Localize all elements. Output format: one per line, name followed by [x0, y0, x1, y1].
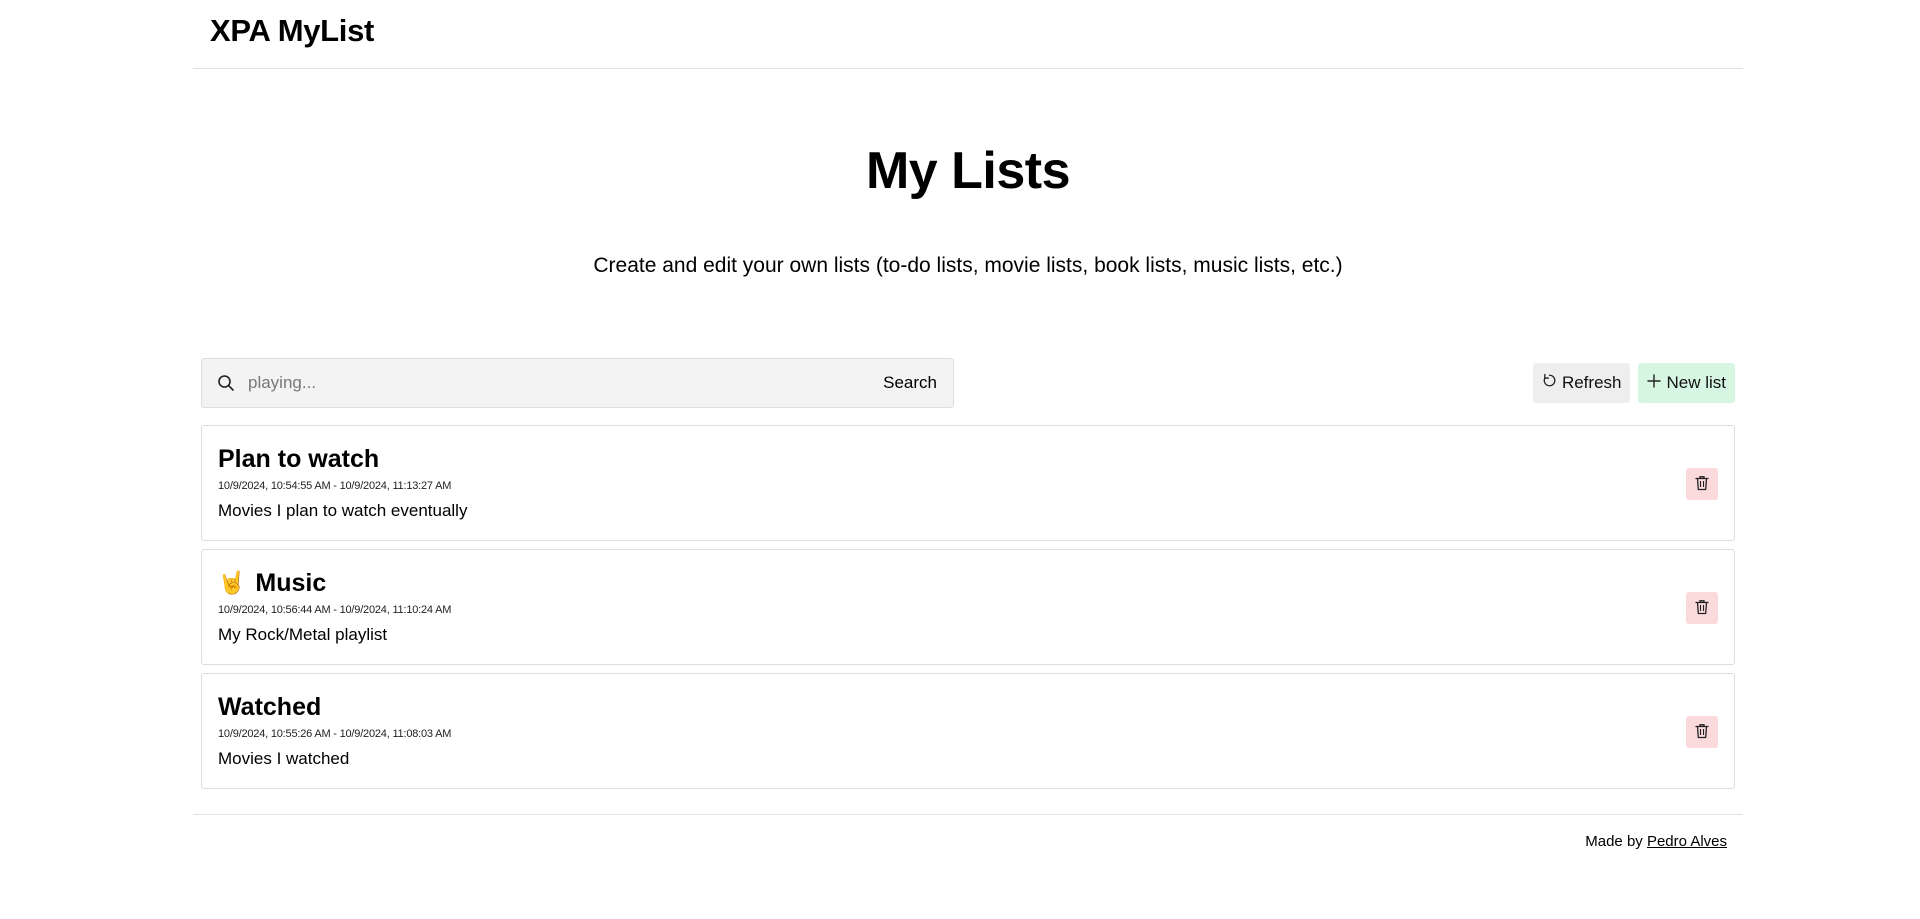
new-list-label: New list	[1666, 373, 1726, 392]
list-title: 🤘 Music	[218, 568, 1718, 598]
trash-icon	[1695, 723, 1709, 742]
app-title[interactable]: XPA MyList	[210, 13, 374, 49]
list-title: Watched	[218, 692, 1718, 722]
lists-container: Plan to watch 10/9/2024, 10:54:55 AM - 1…	[193, 425, 1743, 789]
toolbar-actions: Refresh New list	[1532, 363, 1735, 403]
list-emoji: 🤘	[218, 570, 246, 595]
delete-list-button[interactable]	[1686, 716, 1718, 748]
list-title-text: Plan to watch	[218, 445, 380, 473]
list-title: Plan to watch	[218, 444, 1718, 474]
page-subtitle: Create and edit your own lists (to-do li…	[593, 254, 1343, 277]
list-title-text: Watched	[218, 693, 322, 721]
page-title: My Lists	[865, 142, 1071, 200]
trash-icon	[1695, 599, 1709, 618]
hero-section: My Lists Create and edit your own lists …	[193, 69, 1743, 279]
delete-list-button[interactable]	[1686, 468, 1718, 500]
plus-icon	[1647, 373, 1662, 393]
delete-list-button[interactable]	[1686, 592, 1718, 624]
refresh-button[interactable]: Refresh	[1532, 363, 1631, 403]
list-card-watched[interactable]: Watched 10/9/2024, 10:55:26 AM - 10/9/20…	[201, 673, 1735, 789]
list-card-plan-to-watch[interactable]: Plan to watch 10/9/2024, 10:54:55 AM - 1…	[201, 425, 1735, 541]
refresh-label: Refresh	[1561, 373, 1622, 392]
list-description: Movies I plan to watch eventually	[218, 501, 468, 520]
list-dates: 10/9/2024, 10:56:44 AM - 10/9/2024, 11:1…	[218, 604, 452, 616]
refresh-icon	[1542, 373, 1557, 393]
list-toolbar: Search Refresh New l	[193, 358, 1743, 408]
list-title-text: Music	[255, 569, 327, 597]
list-dates: 10/9/2024, 10:54:55 AM - 10/9/2024, 11:1…	[218, 480, 452, 492]
new-list-button[interactable]: New list	[1638, 363, 1735, 403]
trash-icon	[1695, 475, 1709, 494]
search-icon	[208, 374, 244, 392]
search-input[interactable]	[244, 359, 868, 407]
footer-credit-prefix: Made by	[1585, 833, 1647, 850]
page-footer: Made by Pedro Alves	[193, 814, 1743, 874]
search-bar: Search	[201, 358, 954, 408]
list-dates: 10/9/2024, 10:55:26 AM - 10/9/2024, 11:0…	[218, 728, 452, 740]
list-card-music[interactable]: 🤘 Music 10/9/2024, 10:56:44 AM - 10/9/20…	[201, 549, 1735, 665]
list-description: Movies I watched	[218, 749, 350, 768]
search-button[interactable]: Search	[867, 359, 953, 407]
list-description: My Rock/Metal playlist	[218, 625, 388, 644]
author-link[interactable]: Pedro Alves	[1647, 833, 1727, 850]
page-container: XPA MyList My Lists Create and edit your…	[193, 0, 1743, 874]
top-bar: XPA MyList	[193, 0, 1743, 69]
